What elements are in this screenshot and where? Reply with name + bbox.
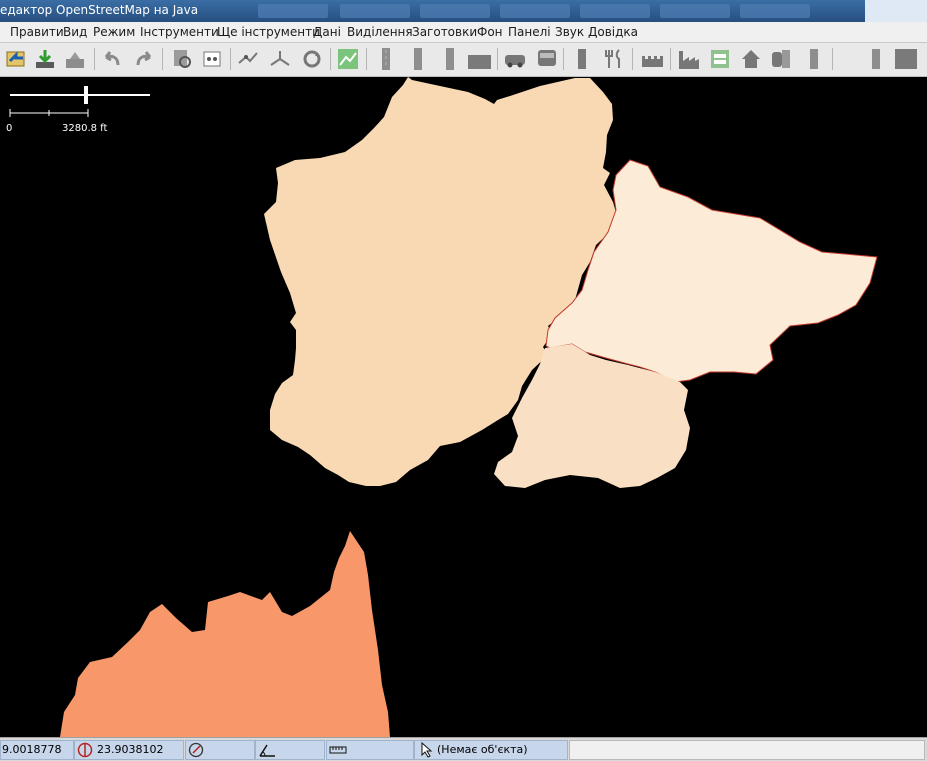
taskbar-tab[interactable] xyxy=(740,4,810,18)
map-scale: 0 3280.8 ft xyxy=(6,83,158,134)
taskbar-tab[interactable] xyxy=(340,4,410,18)
cursor-icon xyxy=(419,741,435,759)
toolbar-separator xyxy=(832,48,833,70)
menu-edit[interactable]: Правити xyxy=(10,25,64,39)
menu-tools[interactable]: Інструменти xyxy=(140,25,219,39)
toolbar-separator xyxy=(162,48,163,70)
menu-bar: Правити Вид Режим Інструменти Ще інструм… xyxy=(0,22,927,43)
factory-icon[interactable] xyxy=(677,47,701,71)
wall-icon[interactable] xyxy=(894,47,918,71)
barrier-icon[interactable] xyxy=(802,47,826,71)
angle-field[interactable] xyxy=(255,740,325,760)
refresh-icon[interactable] xyxy=(300,47,324,71)
menu-selection[interactable]: Виділення xyxy=(347,25,413,39)
status-bar: 9.0018778 23.9038102 (Немає об'єкта) xyxy=(0,737,927,761)
toolbar xyxy=(0,43,927,77)
toolbar-separator xyxy=(563,48,564,70)
bus-icon[interactable] xyxy=(535,47,559,71)
undo-icon[interactable] xyxy=(100,47,124,71)
help-text-field xyxy=(569,740,925,760)
longitude-icon xyxy=(77,742,93,759)
area-icon[interactable] xyxy=(467,47,491,71)
restaurant-icon[interactable] xyxy=(602,47,626,71)
menu-help[interactable]: Довідка xyxy=(588,25,638,39)
selection-field[interactable]: (Немає об'єкта) xyxy=(414,740,568,760)
car-icon[interactable] xyxy=(503,47,527,71)
latitude-value: 9.0018778 xyxy=(2,743,62,756)
combine-way-icon[interactable] xyxy=(268,47,292,71)
toolbar-separator xyxy=(497,48,498,70)
toolbar-separator xyxy=(330,48,331,70)
menu-presets[interactable]: Заготовки xyxy=(412,25,477,39)
window-title: едактор OpenStreetMap на Java xyxy=(0,3,199,17)
search-icon[interactable] xyxy=(170,47,194,71)
toolbar-separator xyxy=(366,48,367,70)
menu-data[interactable]: Дані xyxy=(313,25,341,39)
distance-field[interactable] xyxy=(326,740,414,760)
house-icon[interactable] xyxy=(739,47,763,71)
compass-icon xyxy=(188,742,204,759)
longitude-value: 23.9038102 xyxy=(97,743,164,756)
taskbar-tab[interactable] xyxy=(258,4,328,18)
menu-imagery[interactable]: Фон xyxy=(477,25,503,39)
traffic-light-icon[interactable] xyxy=(570,47,594,71)
wireframe-icon[interactable] xyxy=(336,47,360,71)
menu-audio[interactable]: Звук xyxy=(555,25,584,39)
door-icon[interactable] xyxy=(864,47,888,71)
ruler-icon xyxy=(329,744,347,759)
road-icon[interactable] xyxy=(438,47,462,71)
toolbar-separator xyxy=(94,48,95,70)
menu-more-tools[interactable]: Ще інструменти xyxy=(217,25,320,39)
toolbar-separator xyxy=(670,48,671,70)
zoom-slider-handle xyxy=(84,86,88,104)
longitude-field[interactable]: 23.9038102 xyxy=(74,740,184,760)
shop-icon[interactable] xyxy=(769,47,793,71)
road-icon[interactable] xyxy=(406,47,430,71)
taskbar-tab[interactable] xyxy=(660,4,730,18)
menu-mode[interactable]: Режим xyxy=(93,25,135,39)
upload-icon[interactable] xyxy=(63,47,87,71)
window-titlebar: едактор OpenStreetMap на Java xyxy=(0,0,927,22)
map-view[interactable]: 0 3280.8 ft xyxy=(0,77,927,737)
selection-value: (Немає об'єкта) xyxy=(437,743,528,756)
window-controls[interactable] xyxy=(865,0,927,22)
taskbar-tab[interactable] xyxy=(420,4,490,18)
parking-icon[interactable] xyxy=(708,47,732,71)
castle-icon[interactable] xyxy=(640,47,664,71)
menu-view[interactable]: Вид xyxy=(63,25,87,39)
download-icon[interactable] xyxy=(33,47,57,71)
highway-icon[interactable] xyxy=(374,47,398,71)
toolbar-separator xyxy=(230,48,231,70)
redo-icon[interactable] xyxy=(132,47,156,71)
scale-distance-label: 3280.8 ft xyxy=(62,123,108,134)
open-icon[interactable] xyxy=(4,47,28,71)
taskbar-tab[interactable] xyxy=(500,4,570,18)
preferences-icon[interactable] xyxy=(200,47,224,71)
toolbar-separator xyxy=(632,48,633,70)
heading-field[interactable] xyxy=(185,740,255,760)
angle-icon xyxy=(258,742,276,759)
scale-zero-label: 0 xyxy=(6,123,13,134)
taskbar-tab[interactable] xyxy=(580,4,650,18)
map-canvas[interactable] xyxy=(0,77,927,737)
map-area-orange[interactable] xyxy=(60,531,390,737)
latitude-field[interactable]: 9.0018778 xyxy=(0,740,74,760)
menu-windows[interactable]: Панелі xyxy=(508,25,551,39)
split-way-icon[interactable] xyxy=(236,47,260,71)
